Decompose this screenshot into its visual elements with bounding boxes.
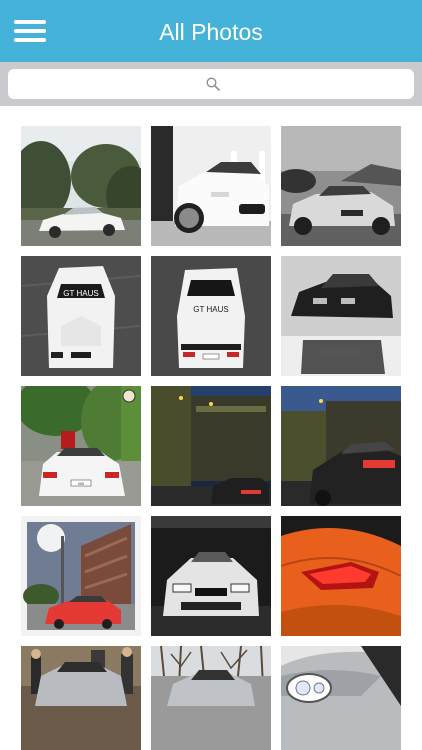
photo-image: GT HAUS — [151, 256, 271, 376]
photo-thumbnail[interactable] — [281, 256, 401, 376]
photo-image — [21, 646, 141, 750]
photo-thumbnail[interactable] — [21, 646, 141, 750]
photo-image — [281, 386, 401, 506]
photo-thumbnail[interactable]: M3 — [21, 386, 141, 506]
photo-thumbnail[interactable] — [21, 126, 141, 246]
photo-thumbnail[interactable]: GT HAUS — [151, 256, 271, 376]
photo-image: M3 — [21, 386, 141, 506]
photo-thumbnail[interactable] — [281, 386, 401, 506]
page-title: All Photos — [159, 19, 263, 45]
gt-haus-logo: GT HAUS — [193, 305, 228, 314]
photo-image — [151, 126, 271, 246]
photo-thumbnail[interactable] — [281, 646, 401, 750]
photo-thumbnail[interactable] — [21, 516, 141, 636]
photo-image — [281, 256, 401, 376]
photo-image — [281, 516, 401, 636]
search-input[interactable] — [8, 69, 414, 99]
photo-grid: GT HAUS GT HAUS M3 — [0, 106, 422, 750]
photo-thumbnail[interactable] — [151, 646, 271, 750]
photo-image — [281, 126, 401, 246]
photo-thumbnail[interactable] — [281, 516, 401, 636]
search-bar — [0, 62, 422, 106]
photo-image — [151, 386, 271, 506]
search-icon — [206, 77, 220, 91]
photo-image — [21, 126, 141, 246]
photo-thumbnail[interactable] — [281, 126, 401, 246]
photo-image — [151, 646, 271, 750]
gt-haus-logo: GT HAUS — [63, 289, 98, 298]
photo-image — [21, 516, 141, 636]
photo-image — [151, 516, 271, 636]
license-plate-text: M3 — [78, 481, 84, 486]
photo-image — [281, 646, 401, 750]
photo-thumbnail[interactable] — [151, 386, 271, 506]
photo-thumbnail[interactable]: GT HAUS — [21, 256, 141, 376]
navigation-bar: All Photos — [0, 0, 422, 62]
photo-thumbnail[interactable] — [151, 126, 271, 246]
photo-thumbnail[interactable] — [151, 516, 271, 636]
photo-image: GT HAUS — [21, 256, 141, 376]
